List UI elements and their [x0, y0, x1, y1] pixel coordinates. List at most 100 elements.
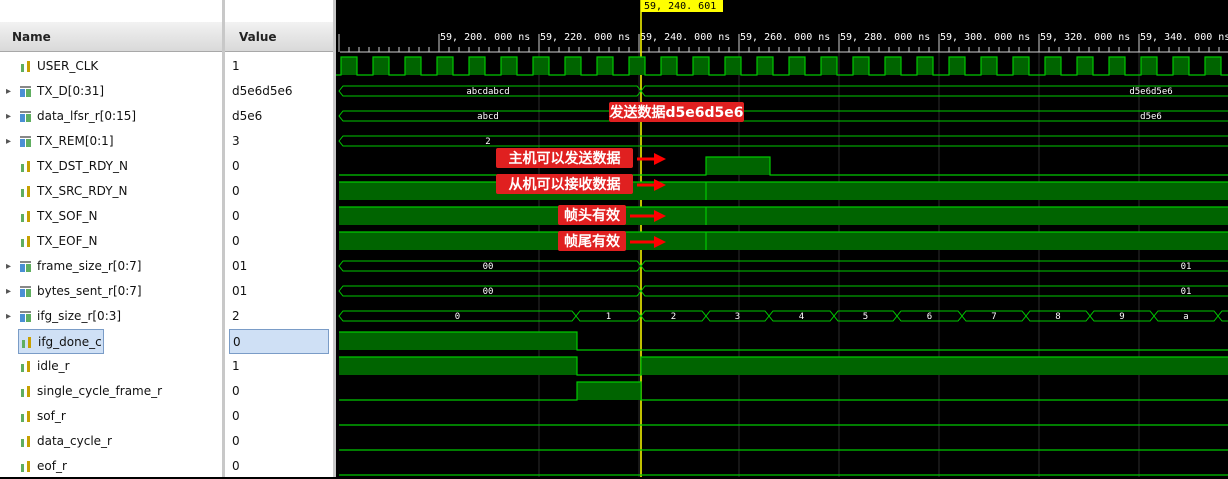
bit-high-fill — [641, 357, 1228, 375]
clock-high-fill — [917, 57, 933, 75]
signal-name: ifg_done_c — [38, 335, 102, 349]
signal-name: single_cycle_frame_r — [37, 384, 163, 398]
bus-value-label: abcdabcd — [466, 87, 509, 97]
annotation-slave-recv: 从机可以接收数据 — [509, 176, 621, 193]
bus-value-label: 4 — [799, 312, 804, 322]
ruler-tick-label: 59, 200. 000 ns — [440, 32, 530, 43]
signal-value: d5e6d5e6 — [232, 84, 293, 98]
signal-row[interactable]: ▸ TX_REM[0:1] — [0, 129, 222, 154]
clock-high-fill — [1141, 57, 1157, 75]
bus-value-label: 1 — [606, 312, 611, 322]
cursor-time-label: 59, 240. 601 ns — [644, 1, 734, 12]
clock-high-fill — [373, 57, 389, 75]
signal-value: 0 — [232, 384, 240, 398]
bus-value-label: 3 — [735, 312, 740, 322]
expand-arrow-icon[interactable]: ▸ — [6, 304, 11, 329]
signal-value: 0 — [232, 234, 240, 248]
name-column-header[interactable]: Name — [0, 22, 222, 52]
ruler-tick-label: 59, 340. 000 ns — [1140, 32, 1228, 43]
bus-signal-icon — [20, 261, 31, 272]
bit-signal-icon — [21, 411, 30, 422]
bus-value-label: d5e6d5e6 — [1129, 87, 1172, 97]
clock-high-fill — [661, 57, 677, 75]
signal-row[interactable]: ▸ ifg_size_r[0:3] — [0, 304, 222, 329]
signal-row[interactable]: idle_r — [0, 354, 222, 379]
signal-name: eof_r — [37, 459, 67, 473]
expand-arrow-icon[interactable]: ▸ — [6, 79, 11, 104]
signal-row[interactable]: ▸ bytes_sent_r[0:7] — [0, 279, 222, 304]
signal-row[interactable]: TX_SOF_N — [0, 204, 222, 229]
signal-row[interactable]: ▸ data_lfsr_r[0:15] — [0, 104, 222, 129]
annotation-send-data: 发送数据d5e6d5e6 — [609, 104, 744, 121]
signal-value: 1 — [232, 359, 240, 373]
expand-arrow-icon[interactable]: ▸ — [6, 104, 11, 129]
ruler-tick-label: 59, 280. 000 ns — [840, 32, 930, 43]
bus-value-label: 7 — [991, 312, 996, 322]
signal-value: 01 — [232, 284, 248, 298]
expand-arrow-icon[interactable]: ▸ — [6, 279, 11, 304]
signal-name: TX_SRC_RDY_N — [37, 184, 128, 198]
bus-value-label: 01 — [1181, 287, 1192, 297]
waveform-canvas[interactable]: 59, 200. 000 ns 59, 220. 000 ns 59, 240. 0… — [336, 0, 1228, 477]
clock-high-fill — [1045, 57, 1061, 75]
signal-row[interactable]: ifg_done_c — [18, 329, 104, 354]
bus-value-label: d5e6 — [1140, 112, 1162, 122]
bit-signal-icon — [21, 236, 30, 247]
signal-row[interactable]: ▸ TX_D[0:31] — [0, 79, 222, 104]
bus-value-label: 8 — [1055, 312, 1060, 322]
bit-signal-icon — [21, 186, 30, 197]
signal-value: 1 — [232, 59, 240, 73]
signal-name: data_cycle_r — [37, 434, 112, 448]
signal-row[interactable]: ▸ frame_size_r[0:7] — [0, 254, 222, 279]
clock-high-fill — [949, 57, 965, 75]
bus-signal-icon — [20, 136, 31, 147]
signal-row[interactable]: sof_r — [0, 404, 222, 429]
annotation-host-send: 主机可以发送数据 — [509, 150, 621, 167]
expand-arrow-icon[interactable]: ▸ — [6, 129, 11, 154]
signal-value: 0 — [232, 159, 240, 173]
bit-signal-icon — [21, 211, 30, 222]
clock-high-fill — [757, 57, 773, 75]
signal-name: TX_EOF_N — [37, 234, 98, 248]
bus-value-label: 6 — [927, 312, 932, 322]
signal-row[interactable]: eof_r — [0, 454, 222, 479]
bit-high-fill — [706, 157, 770, 175]
bit-waveform — [339, 381, 1228, 401]
bus-value-label: 5 — [863, 312, 868, 322]
bus-signal-icon — [20, 86, 31, 97]
signal-value: 2 — [232, 309, 240, 323]
signal-name: ifg_size_r[0:3] — [37, 309, 122, 323]
clock-high-fill — [885, 57, 901, 75]
signal-value: 01 — [232, 259, 248, 273]
bit-high-fill — [339, 357, 577, 375]
value-column-header[interactable]: Value — [225, 22, 333, 52]
signal-row[interactable]: TX_DST_RDY_N — [0, 154, 222, 179]
expand-arrow-icon[interactable]: ▸ — [6, 254, 11, 279]
clock-high-fill — [501, 57, 517, 75]
annotation-eof-valid: 帧尾有效 — [564, 233, 621, 250]
signal-value: 0 — [232, 409, 240, 423]
signal-name: frame_size_r[0:7] — [37, 259, 142, 273]
signal-row[interactable]: data_cycle_r — [0, 429, 222, 454]
signal-name: USER_CLK — [37, 59, 99, 73]
waveform-svg[interactable]: 59, 200. 000 ns 59, 220. 000 ns 59, 240. 0… — [336, 0, 1228, 477]
signal-row[interactable]: single_cycle_frame_r — [0, 379, 222, 404]
signal-value: 0 — [229, 329, 329, 354]
bus-value-label: 01 — [1181, 262, 1192, 272]
clock-high-fill — [629, 57, 645, 75]
clock-high-fill — [405, 57, 421, 75]
bit-signal-icon — [21, 361, 30, 372]
signal-value: 0 — [232, 434, 240, 448]
signal-row[interactable]: TX_SRC_RDY_N — [0, 179, 222, 204]
bus-signal-icon — [20, 111, 31, 122]
ruler-tick-label: 59, 220. 000 ns — [540, 32, 630, 43]
bus-value-label: 0 — [455, 312, 460, 322]
signal-row[interactable]: USER_CLK — [0, 54, 222, 79]
bit-signal-icon — [21, 436, 30, 447]
clock-high-fill — [1173, 57, 1189, 75]
bus-value-label: 2 — [485, 137, 490, 147]
clock-high-fill — [469, 57, 485, 75]
signal-row[interactable]: TX_EOF_N — [0, 229, 222, 254]
bit-high-fill — [706, 182, 1228, 200]
bus-value-label: 00 — [483, 262, 494, 272]
